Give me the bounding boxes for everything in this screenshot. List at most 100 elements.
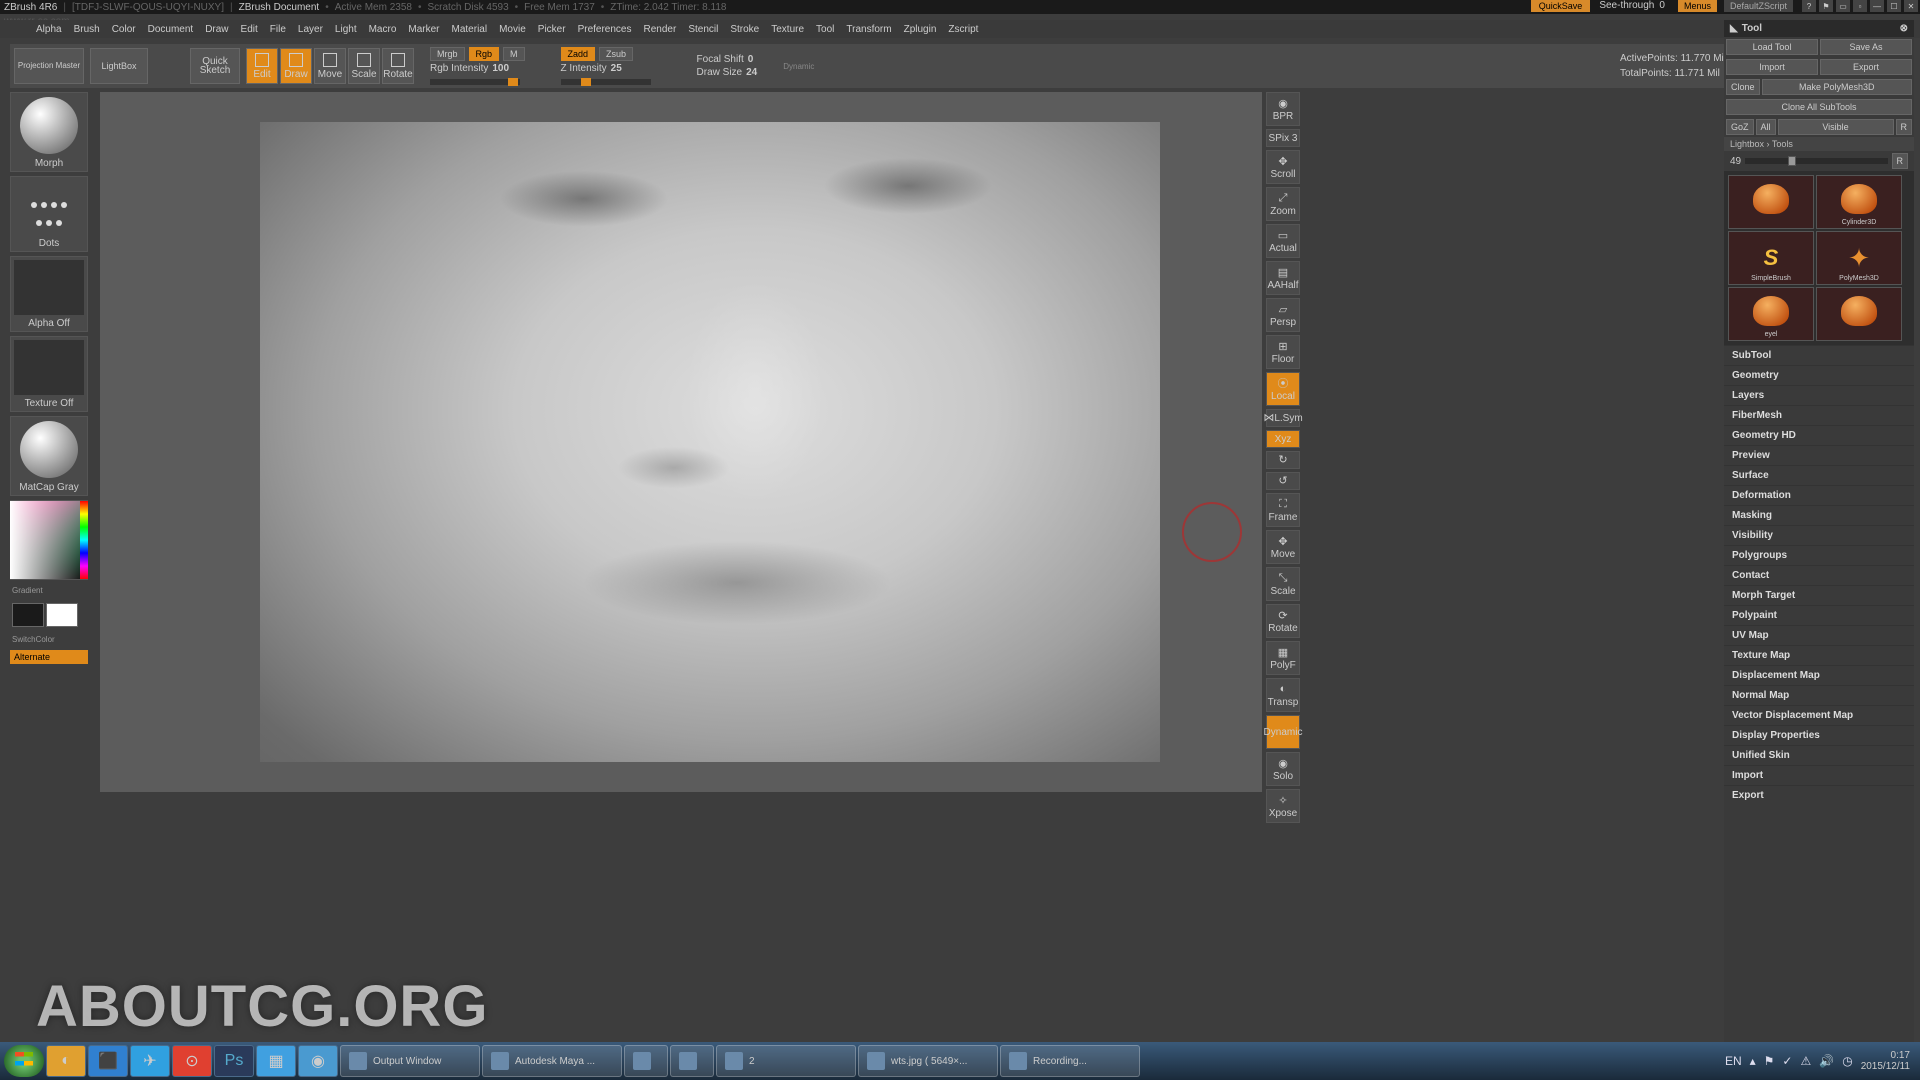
goz-all-button[interactable]: All bbox=[1756, 119, 1776, 135]
pinned-app-2[interactable]: ⬛ bbox=[88, 1045, 128, 1077]
default-script-button[interactable]: DefaultZScript bbox=[1724, 0, 1793, 12]
close-icon[interactable]: ✕ bbox=[1904, 0, 1918, 12]
section-display-properties[interactable]: Display Properties bbox=[1724, 725, 1914, 745]
menu-texture[interactable]: Texture bbox=[771, 24, 804, 35]
material-slot[interactable]: MatCap Gray bbox=[10, 416, 88, 496]
section-texture-map[interactable]: Texture Map bbox=[1724, 645, 1914, 665]
section-layers[interactable]: Layers bbox=[1724, 385, 1914, 405]
pinned-app-5[interactable]: Ps bbox=[214, 1045, 254, 1077]
alternate-button[interactable]: Alternate bbox=[10, 650, 88, 664]
taskbar-task-0[interactable]: Output Window bbox=[340, 1045, 480, 1077]
section-import[interactable]: Import bbox=[1724, 765, 1914, 785]
brush-preview[interactable]: Morph bbox=[10, 92, 88, 172]
move-button[interactable]: ✥Move bbox=[1266, 530, 1300, 564]
menu-render[interactable]: Render bbox=[644, 24, 677, 35]
menu-draw[interactable]: Draw bbox=[205, 24, 228, 35]
clone-button[interactable]: Clone bbox=[1726, 79, 1760, 95]
see-through-slider[interactable]: See-through 0 bbox=[1599, 0, 1665, 12]
xpose-button[interactable]: ✧Xpose bbox=[1266, 789, 1300, 823]
quicksave-button[interactable]: QuickSave bbox=[1531, 0, 1591, 12]
menu-tool[interactable]: Tool bbox=[816, 24, 834, 35]
panel-close-icon[interactable]: ⊗ bbox=[1900, 23, 1908, 34]
menu-preferences[interactable]: Preferences bbox=[578, 24, 632, 35]
pinned-app-6[interactable]: ▦ bbox=[256, 1045, 296, 1077]
section-contact[interactable]: Contact bbox=[1724, 565, 1914, 585]
section-vector-displacement-map[interactable]: Vector Displacement Map bbox=[1724, 705, 1914, 725]
menu-macro[interactable]: Macro bbox=[369, 24, 397, 35]
scroll-button[interactable]: ✥Scroll bbox=[1266, 150, 1300, 184]
alpha-slot[interactable]: Alpha Off bbox=[10, 256, 88, 332]
--button[interactable]: ↺ bbox=[1266, 472, 1300, 490]
section-normal-map[interactable]: Normal Map bbox=[1724, 685, 1914, 705]
transp-button[interactable]: ◐Transp bbox=[1266, 678, 1300, 712]
maximize-icon[interactable]: ☐ bbox=[1887, 0, 1901, 12]
zoom-button[interactable]: ⤢Zoom bbox=[1266, 187, 1300, 221]
section-polypaint[interactable]: Polypaint bbox=[1724, 605, 1914, 625]
menu-color[interactable]: Color bbox=[112, 24, 136, 35]
scale-button[interactable]: ⤡Scale bbox=[1266, 567, 1300, 601]
taskbar-task-4[interactable]: 2 bbox=[716, 1045, 856, 1077]
section-geometry[interactable]: Geometry bbox=[1724, 365, 1914, 385]
export-button[interactable]: Export bbox=[1820, 59, 1912, 75]
section-displacement-map[interactable]: Displacement Map bbox=[1724, 665, 1914, 685]
tool-breadcrumb[interactable]: Lightbox › Tools bbox=[1724, 137, 1914, 151]
pinned-app-7[interactable]: ◉ bbox=[298, 1045, 338, 1077]
spix-3-button[interactable]: SPix 3 bbox=[1266, 129, 1300, 147]
section-subtool[interactable]: SubTool bbox=[1724, 345, 1914, 365]
menus-button[interactable]: Menus bbox=[1678, 0, 1717, 12]
tool-thumb-4[interactable]: eyel bbox=[1728, 287, 1814, 341]
--button[interactable]: ↻ bbox=[1266, 451, 1300, 469]
taskbar-task-5[interactable]: wts.jpg ( 5649×... bbox=[858, 1045, 998, 1077]
section-deformation[interactable]: Deformation bbox=[1724, 485, 1914, 505]
save-as-button[interactable]: Save As bbox=[1820, 39, 1912, 55]
menu-marker[interactable]: Marker bbox=[408, 24, 439, 35]
focal-shift-value[interactable]: 0 bbox=[748, 54, 754, 65]
menu-brush[interactable]: Brush bbox=[74, 24, 100, 35]
draw-mode-button[interactable]: Draw bbox=[280, 48, 312, 84]
tool-thumb-0[interactable] bbox=[1728, 175, 1814, 229]
mrgb-chip[interactable]: Mrgb bbox=[430, 47, 465, 61]
menu-stencil[interactable]: Stencil bbox=[688, 24, 718, 35]
dynamic-label[interactable]: Dynamic bbox=[783, 62, 814, 71]
menu-document[interactable]: Document bbox=[148, 24, 194, 35]
help-icon[interactable]: ? bbox=[1802, 0, 1816, 12]
section-fibermesh[interactable]: FiberMesh bbox=[1724, 405, 1914, 425]
tool-thumb-2[interactable]: SimpleBrush bbox=[1728, 231, 1814, 285]
clone-all-subtools-button[interactable]: Clone All SubTools bbox=[1726, 99, 1912, 115]
taskbar-task-6[interactable]: Recording... bbox=[1000, 1045, 1140, 1077]
layout-icon[interactable]: ▭ bbox=[1836, 0, 1850, 12]
menu-zplugin[interactable]: Zplugin bbox=[904, 24, 937, 35]
start-button[interactable] bbox=[4, 1045, 44, 1077]
tray-volume-icon[interactable]: 🔊 bbox=[1819, 1054, 1834, 1068]
local-button[interactable]: ⦿Local bbox=[1266, 372, 1300, 406]
aahalf-button[interactable]: ▤AAHalf bbox=[1266, 261, 1300, 295]
tray-up-icon[interactable]: ▴ bbox=[1750, 1054, 1756, 1068]
section-masking[interactable]: Masking bbox=[1724, 505, 1914, 525]
section-surface[interactable]: Surface bbox=[1724, 465, 1914, 485]
persp-button[interactable]: ▱Persp bbox=[1266, 298, 1300, 332]
menu-picker[interactable]: Picker bbox=[538, 24, 566, 35]
scale-mode-button[interactable]: Scale bbox=[348, 48, 380, 84]
edit-mode-button[interactable]: Edit bbox=[246, 48, 278, 84]
switch-color-button[interactable]: SwitchColor bbox=[10, 633, 88, 646]
m-chip[interactable]: M bbox=[503, 47, 525, 61]
zsub-chip[interactable]: Zsub bbox=[599, 47, 633, 61]
minimize-icon[interactable]: — bbox=[1870, 0, 1884, 12]
make-polymesh-button[interactable]: Make PolyMesh3D bbox=[1762, 79, 1912, 95]
import-button[interactable]: Import bbox=[1726, 59, 1818, 75]
swatch-white[interactable] bbox=[46, 603, 78, 627]
taskbar-task-3[interactable] bbox=[670, 1045, 714, 1077]
actual-button[interactable]: ▭Actual bbox=[1266, 224, 1300, 258]
l-sym-button[interactable]: ⋈L.Sym bbox=[1266, 409, 1300, 427]
load-tool-button[interactable]: Load Tool bbox=[1726, 39, 1818, 55]
rotate-button[interactable]: ⟳Rotate bbox=[1266, 604, 1300, 638]
menu-material[interactable]: Material bbox=[452, 24, 488, 35]
stroke-preview[interactable]: Dots bbox=[10, 176, 88, 252]
rotate-mode-button[interactable]: Rotate bbox=[382, 48, 414, 84]
gradient-label[interactable]: Gradient bbox=[10, 584, 88, 597]
lightbox-button[interactable]: LightBox bbox=[90, 48, 148, 84]
texture-slot[interactable]: Texture Off bbox=[10, 336, 88, 412]
goz-button[interactable]: GoZ bbox=[1726, 119, 1754, 135]
taskbar-task-2[interactable] bbox=[624, 1045, 668, 1077]
goz-visible-button[interactable]: Visible bbox=[1778, 119, 1894, 135]
